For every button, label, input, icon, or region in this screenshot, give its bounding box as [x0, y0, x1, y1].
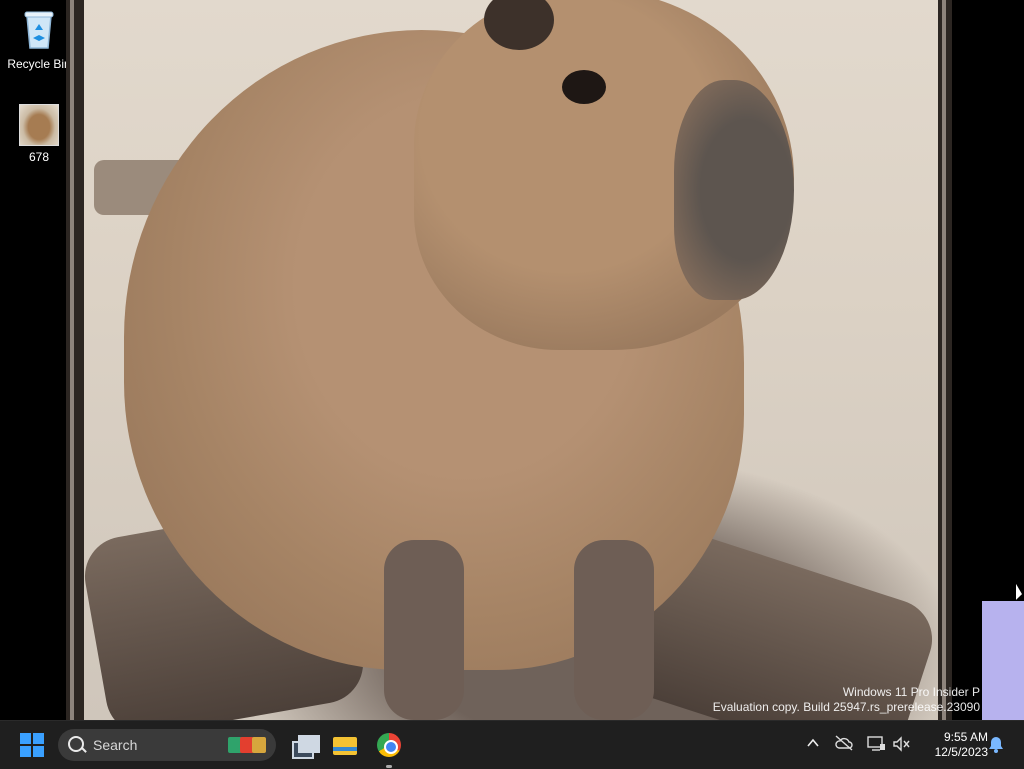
clock[interactable]: 9:55 AM 12/5/2023: [918, 730, 988, 760]
chrome-button[interactable]: [373, 729, 405, 768]
search-box[interactable]: Search: [58, 729, 276, 761]
onedrive-status-button[interactable]: [834, 735, 854, 755]
search-icon: [68, 736, 84, 752]
recycle-bin-icon: [24, 11, 54, 49]
network-button[interactable]: [866, 735, 886, 755]
clock-time: 9:55 AM: [943, 730, 988, 744]
capybara-leg-back: [574, 540, 654, 720]
show-hidden-icons-button[interactable]: [803, 735, 823, 755]
speaker-muted-icon: [893, 736, 910, 752]
windows-logo-icon: [20, 733, 31, 744]
clock-date: 12/5/2023: [934, 745, 988, 759]
task-view-button[interactable]: [286, 729, 320, 761]
photo-frame-left: [66, 0, 84, 720]
search-highlight-gifts-icon: [228, 735, 268, 755]
search-placeholder: Search: [93, 737, 138, 753]
watermark-line-2: Evaluation copy. Build 25947.rs_prerelea…: [712, 700, 980, 714]
network-monitor-icon: [867, 736, 885, 751]
volume-button[interactable]: [891, 735, 911, 755]
photo-frame-right: [938, 0, 952, 720]
image-file-shortcut[interactable]: 678: [2, 104, 76, 164]
chevron-up-icon: [807, 738, 819, 747]
capybara-eye: [562, 70, 606, 104]
capybara-leg-front: [384, 540, 464, 720]
start-button[interactable]: [20, 733, 44, 757]
notifications-button[interactable]: [986, 735, 1006, 755]
capybara-snout: [674, 80, 794, 300]
watermark-line-1: Windows 11 Pro Insider P: [842, 685, 980, 699]
windows-watermark: Windows 11 Pro Insider P Evaluation copy…: [680, 685, 980, 715]
wallpaper-capybara-photo: [84, 0, 938, 720]
image-file-label: 678: [28, 150, 50, 164]
recycle-bin-shortcut[interactable]: Recycle Bin: [2, 8, 76, 71]
mouse-cursor-icon: [1016, 583, 1022, 603]
bell-icon: [989, 737, 1003, 753]
file-explorer-button[interactable]: [329, 729, 361, 761]
image-file-icon: [19, 104, 59, 146]
recycle-bin-label: Recycle Bin: [7, 57, 71, 71]
cloud-off-icon: [835, 735, 853, 751]
taskbar: Search 9:55 AM 12/5/2023: [0, 720, 1024, 769]
lavender-window-edge: [982, 601, 1024, 720]
